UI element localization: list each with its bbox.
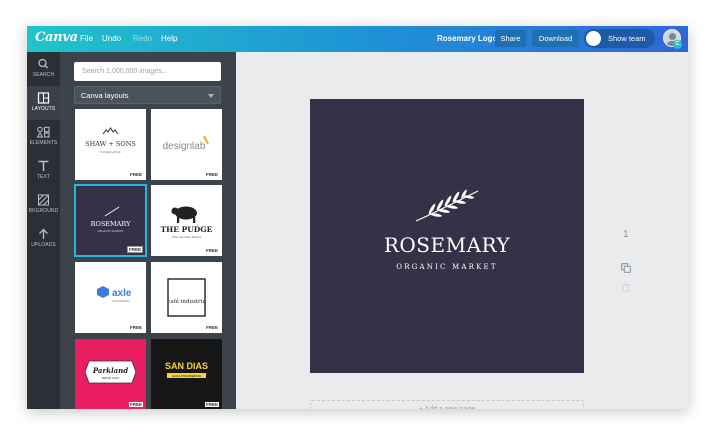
share-button[interactable]: Share <box>495 30 526 47</box>
search-icon <box>38 58 49 69</box>
layout-text: Parkland <box>92 366 128 375</box>
download-button[interactable]: Download <box>532 30 579 47</box>
layout-text: THE PUDGE <box>161 225 213 234</box>
layout-subtext: COFFEE HOUSE <box>100 150 121 154</box>
sidebar-item-label: UPLOADS <box>31 242 56 248</box>
menu-file[interactable]: File <box>80 34 93 43</box>
layout-text: axle <box>112 288 132 299</box>
tool-sidebar: SEARCH LAYOUTS ELEMENTS TEXT BKGROUND UP… <box>27 52 60 409</box>
uploads-icon <box>39 228 48 239</box>
the-pudge-logo: THE PUDGE Fine Quality Meats <box>161 206 213 239</box>
text-icon <box>38 160 49 171</box>
layout-subtext: ENGINEERING <box>112 299 130 303</box>
menu-undo[interactable]: Undo <box>102 34 121 43</box>
axle-logo: axle ENGINEERING <box>97 286 132 303</box>
delete-page-icon[interactable] <box>622 283 630 292</box>
sidebar-item-label: SEARCH <box>32 72 55 78</box>
sidebar-item-search[interactable]: SEARCH <box>27 52 60 86</box>
image-search-input[interactable]: Search 1,000,000 images... <box>74 62 221 81</box>
document-title[interactable]: Rosemary Logo <box>437 34 497 43</box>
background-icon <box>38 194 49 206</box>
sidebar-item-background[interactable]: BKGROUND <box>27 188 60 222</box>
layouts-panel: Search 1,000,000 images... Canva layouts… <box>60 52 236 409</box>
cafe-industria-logo: café industria <box>167 278 206 317</box>
layout-text: ROSEMARY <box>91 220 131 228</box>
page-number: 1 <box>623 229 629 240</box>
free-badge: FREE <box>204 325 219 330</box>
menu-redo[interactable]: Redo <box>133 34 152 43</box>
add-new-page-button[interactable]: + Add a new page <box>310 400 584 409</box>
sidebar-item-label: ELEMENTS <box>29 140 58 146</box>
design-page[interactable]: ROSEMARY ORGANIC MARKET <box>310 99 584 373</box>
layouts-icon <box>37 92 50 104</box>
sidebar-item-label: TEXT <box>36 174 51 180</box>
free-badge: FREE <box>128 402 143 407</box>
brand-tagline-text[interactable]: ORGANIC MARKET <box>310 263 584 271</box>
elements-icon <box>36 126 50 138</box>
show-team-button[interactable]: Show team <box>584 29 655 48</box>
layout-thumbnail[interactable]: axle ENGINEERING FREE <box>75 262 146 333</box>
free-badge: FREE <box>128 172 143 177</box>
layout-subtext: ORGANIC MARKET <box>97 229 123 233</box>
duplicate-page-icon[interactable] <box>621 263 631 273</box>
user-initial-badge: C <box>673 40 682 49</box>
layout-text: SAN DIAS <box>165 361 208 371</box>
rosemary-sprig-icon[interactable] <box>410 187 485 227</box>
canva-window: Canva File Undo Redo Help Rosemary Logo … <box>27 26 688 409</box>
layout-thumbnail[interactable]: Parkland REPAIR SHOP FREE <box>75 339 146 409</box>
layout-subtext: ALAFIA STRAWBERRIES <box>172 375 201 378</box>
layout-source-dropdown[interactable]: Canva layouts <box>74 86 221 104</box>
layout-text: designlab <box>163 141 206 152</box>
layout-thumbnail[interactable]: THE PUDGE Fine Quality Meats FREE <box>151 185 222 256</box>
designlab-logo: designlab <box>163 135 209 152</box>
parkland-logo: Parkland REPAIR SHOP <box>84 360 137 384</box>
free-badge: FREE <box>204 248 219 253</box>
team-avatar <box>586 31 601 46</box>
canva-logo[interactable]: Canva <box>35 30 78 45</box>
sidebar-item-elements[interactable]: ELEMENTS <box>27 120 60 154</box>
san-dias-logo: SAN DIAS ALAFIA STRAWBERRIES <box>165 361 208 378</box>
layout-thumbnail[interactable]: SAN DIAS ALAFIA STRAWBERRIES FREE <box>151 339 222 409</box>
free-badge: FREE <box>204 172 219 177</box>
layout-thumbnail[interactable]: café industria FREE <box>151 262 222 333</box>
free-badge: FREE <box>126 246 143 253</box>
layout-subtext: Fine Quality Meats <box>171 235 201 239</box>
sidebar-item-label: BKGROUND <box>28 208 59 214</box>
layout-text: SHAW + SONS <box>85 140 136 148</box>
sidebar-item-layouts[interactable]: LAYOUTS <box>27 86 60 120</box>
brand-name-text[interactable]: ROSEMARY <box>310 233 584 257</box>
top-bar: Canva File Undo Redo Help Rosemary Logo … <box>27 26 688 52</box>
shaw-sons-logo: SHAW + SONS COFFEE HOUSE <box>85 127 136 154</box>
menu-help[interactable]: Help <box>161 34 177 43</box>
avatar-head <box>669 33 676 40</box>
sidebar-item-uploads[interactable]: UPLOADS <box>27 222 60 256</box>
free-badge: FREE <box>128 325 143 330</box>
layout-thumbnail[interactable]: designlab FREE <box>151 109 222 180</box>
dropdown-value: Canva layouts <box>81 91 129 100</box>
sidebar-item-text[interactable]: TEXT <box>27 154 60 188</box>
layout-text: café industria <box>167 298 206 305</box>
sidebar-item-label: LAYOUTS <box>31 106 56 112</box>
chevron-down-icon <box>208 94 214 98</box>
layout-subtext: REPAIR SHOP <box>102 376 120 380</box>
show-team-label: Show team <box>608 34 646 43</box>
free-badge: FREE <box>204 402 219 407</box>
layout-thumbnail-selected[interactable]: ROSEMARY ORGANIC MARKET FREE <box>74 184 147 257</box>
canvas-workspace: ROSEMARY ORGANIC MARKET 1 + Add a new pa… <box>236 52 688 409</box>
layout-thumbnail[interactable]: SHAW + SONS COFFEE HOUSE FREE <box>75 109 146 180</box>
